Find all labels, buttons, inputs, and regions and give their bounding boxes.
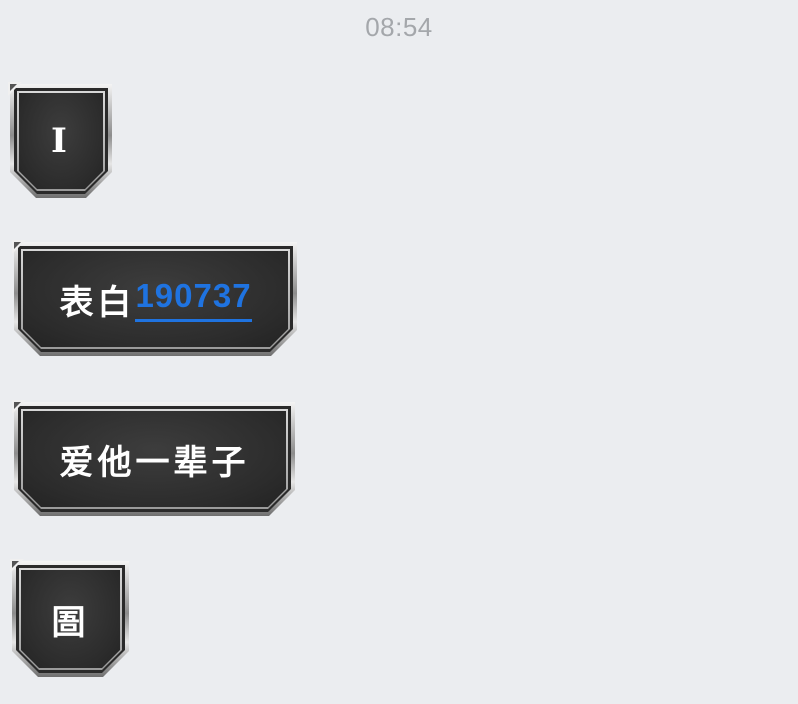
message-bubble[interactable]: 圄 <box>10 559 129 677</box>
message-bubble[interactable]: 表白 190737 <box>12 240 297 356</box>
bubble-corner-ornament <box>8 82 22 96</box>
bubble-corner-ornament <box>12 240 26 254</box>
message-text: I <box>51 121 71 161</box>
message-timestamp: 08:54 <box>365 12 433 42</box>
message-bubble[interactable]: I <box>8 82 112 198</box>
message-text: 圄 <box>51 602 90 643</box>
bubble-corner-ornament <box>12 400 26 414</box>
message-bubble[interactable]: 爱他一辈子 <box>12 400 295 516</box>
message-text: 表白 <box>59 282 136 323</box>
message-text: 爱他一辈子 <box>59 442 250 483</box>
message-number-link[interactable]: 190737 <box>135 277 251 322</box>
bubble-corner-ornament <box>10 559 24 573</box>
